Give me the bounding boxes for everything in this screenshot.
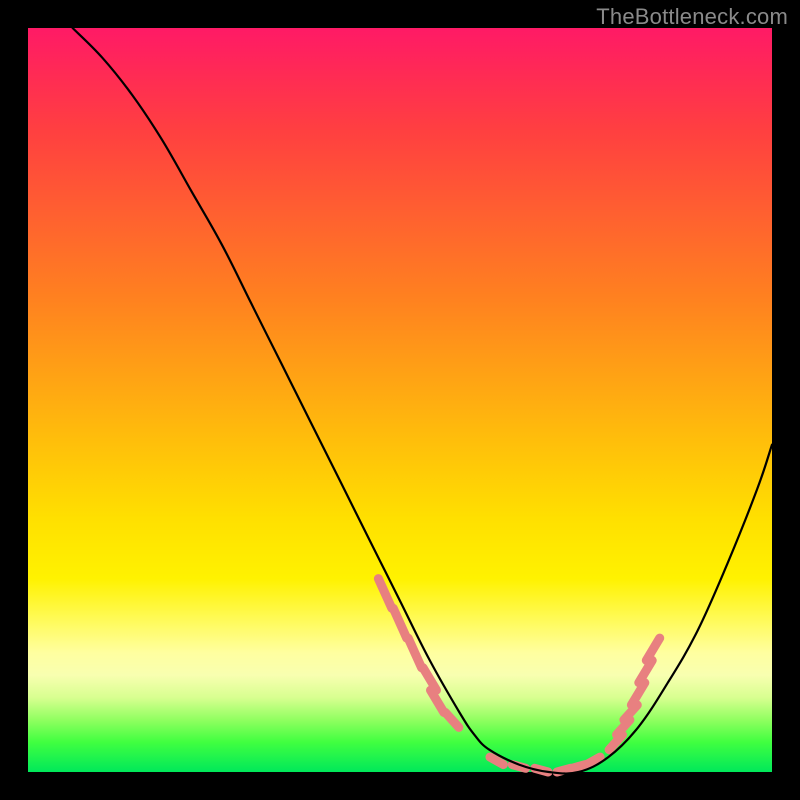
marker-dash	[490, 757, 503, 765]
marker-dashes-group	[378, 579, 659, 772]
marker-dash	[431, 690, 444, 712]
marker-dash	[378, 579, 391, 609]
watermark-text: TheBottleneck.com	[596, 4, 788, 30]
plot-area	[28, 28, 772, 772]
marker-dash	[445, 713, 458, 728]
chart-overlay	[28, 28, 772, 772]
chart-frame: TheBottleneck.com	[0, 0, 800, 800]
marker-dash	[646, 638, 659, 660]
